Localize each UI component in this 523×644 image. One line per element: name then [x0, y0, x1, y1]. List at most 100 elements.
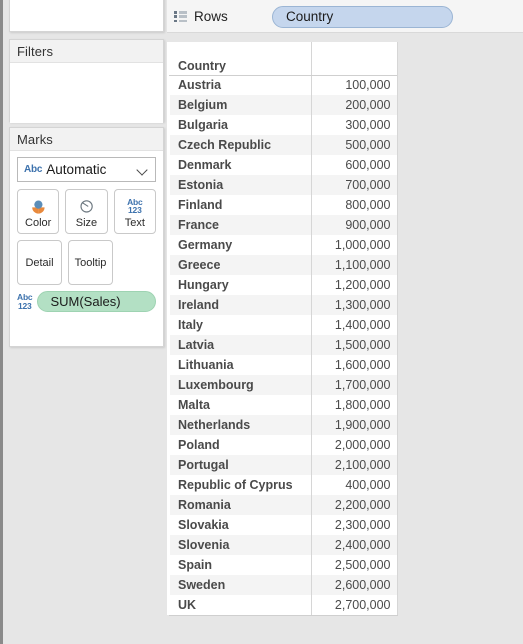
cell-country: Portugal — [169, 455, 312, 475]
cell-country: Belgium — [169, 95, 312, 115]
table-row[interactable]: Romania 2,200,000 — [169, 495, 398, 515]
cell-country: Poland — [178, 438, 220, 452]
table-row[interactable]: Sweden 2,600,000 — [169, 575, 398, 595]
table-row[interactable]: Luxembourg 1,700,000 — [169, 375, 398, 395]
color-palette-icon — [29, 197, 48, 216]
cell-sales: 1,500,000 — [311, 335, 398, 355]
cell-country: Estonia — [169, 175, 312, 195]
table-row[interactable]: Slovakia 2,300,000 — [170, 515, 398, 535]
table-row[interactable]: Austria 100,000 — [170, 75, 398, 95]
cell-country: Slovakia — [178, 518, 229, 532]
cell-sales: 2,300,000 — [311, 515, 398, 535]
marks-buttons-row-1: Color Size Abc 123 Text — [17, 189, 156, 234]
cell-country: Slovenia — [169, 535, 312, 555]
cell-sales: 2,500,000 — [311, 555, 398, 575]
tableau-worksheet: Filters Marks Abc Automatic Color Size A… — [0, 0, 523, 644]
cell-country: Greece — [169, 255, 312, 275]
marks-buttons-row-2: Detail Tooltip — [17, 240, 156, 285]
cell-sales: 800,000 — [311, 195, 398, 215]
table-row[interactable]: Estonia 700,000 — [169, 175, 398, 195]
mark-type-dropdown[interactable]: Abc Automatic — [17, 157, 156, 182]
table-row[interactable]: Bulgaria 300,000 — [170, 115, 398, 135]
marks-card-title: Marks — [10, 128, 163, 151]
table-row[interactable]: Portugal 2,100,000 — [169, 455, 398, 475]
rows-shelf-inner: Rows Country — [167, 0, 523, 33]
cell-sales: 1,300,000 — [311, 295, 398, 315]
left-shelf-panel: Filters Marks Abc Automatic Color Size A… — [0, 0, 167, 644]
table-row[interactable]: Germany 1,000,000 — [170, 235, 398, 255]
table-row[interactable]: Malta 1,800,000 — [170, 395, 398, 415]
cell-sales: 1,000,000 — [311, 235, 398, 255]
cell-sales: 1,400,000 — [311, 315, 398, 335]
marks-pill-row: Abc 123 SUM(Sales) — [17, 291, 156, 312]
table-row[interactable]: Slovenia 2,400,000 — [169, 535, 398, 555]
table-row[interactable]: Greece 1,100,000 — [169, 255, 398, 275]
crosstab-table-wrapper: Country Austria 100,000 Belgium 200,000 Bulg… — [169, 42, 398, 616]
table-row[interactable]: Lithuania 1,600,000 — [170, 355, 398, 375]
mark-type-value: Automatic — [46, 161, 107, 177]
table-row[interactable]: Hungary 1,200,000 — [170, 275, 398, 295]
table-row[interactable]: Italy 1,400,000 — [170, 315, 398, 335]
filters-shelf-dropzone[interactable] — [10, 63, 163, 123]
cell-country: Latvia — [169, 335, 312, 355]
cell-sales: 2,200,000 — [311, 495, 398, 515]
marks-card-body: Abc Automatic Color Size Abc 123 Text De… — [10, 151, 163, 312]
cell-country: Sweden — [169, 575, 312, 595]
cell-country: UK — [169, 595, 312, 616]
size-button[interactable]: Size — [65, 189, 108, 234]
marks-pill-sum-sales[interactable]: SUM(Sales) — [37, 291, 156, 312]
cell-sales: 200,000 — [311, 95, 398, 115]
tooltip-button[interactable]: Tooltip — [68, 240, 113, 285]
cell-country: Spain — [178, 558, 213, 572]
table-row[interactable]: Finland 800,000 — [170, 195, 398, 215]
cell-country: Czech Republic — [169, 135, 312, 155]
cell-country: Bulgaria — [178, 118, 229, 132]
size-circle-icon — [77, 197, 96, 216]
abc123-icon-line2: 123 — [128, 205, 142, 215]
table-row[interactable]: Latvia 1,500,000 — [169, 335, 398, 355]
table-row[interactable]: Czech Republic 500,000 — [169, 135, 398, 155]
abc123-icon: Abc 123 — [127, 197, 143, 216]
chevron-down-icon[interactable] — [137, 164, 149, 176]
cell-sales: 1,700,000 — [311, 375, 398, 395]
cell-sales: 500,000 — [311, 135, 398, 155]
table-header-row: Country — [169, 42, 398, 76]
rows-pill-country[interactable]: Country — [272, 5, 453, 28]
cell-sales: 2,000,000 — [311, 435, 398, 455]
cell-sales: 600,000 — [311, 155, 398, 175]
color-button[interactable]: Color — [17, 189, 60, 234]
filters-shelf-title: Filters — [10, 40, 163, 63]
cell-country: Austria — [178, 78, 222, 93]
cell-sales: 300,000 — [311, 115, 398, 135]
cell-country: France — [169, 215, 312, 235]
table-row[interactable]: Poland 2,000,000 — [170, 435, 398, 455]
pages-shelf-card[interactable] — [9, 0, 164, 32]
cell-country: Italy — [178, 318, 204, 332]
table-row[interactable]: Republic of Cyprus 400,000 — [170, 475, 398, 495]
cell-country: Ireland — [169, 295, 312, 315]
cell-country: Netherlands — [169, 415, 312, 435]
cell-country: Hungary — [178, 278, 229, 292]
marks-card: Marks Abc Automatic Color Size Abc 123 T… — [9, 127, 164, 347]
cell-country: Luxembourg — [169, 375, 312, 395]
cell-sales: 1,600,000 — [311, 355, 398, 375]
cell-country: Lithuania — [178, 358, 234, 372]
table-row[interactable]: UK 2,700,000 — [169, 595, 398, 616]
table-row[interactable]: Belgium 200,000 — [169, 95, 398, 115]
cell-sales: 400,000 — [311, 475, 398, 495]
table-row[interactable]: Spain 2,500,000 — [170, 555, 398, 575]
abc123-icon-line2: 123 — [17, 300, 32, 311]
text-button[interactable]: Abc 123 Text — [113, 189, 156, 234]
abc123-icon: Abc 123 — [17, 293, 33, 311]
cell-country: Denmark — [178, 158, 232, 172]
tooltip-button-label: Tooltip — [74, 256, 107, 269]
rows-shelf[interactable]: Rows Country — [167, 0, 523, 33]
abc-icon: Abc — [24, 164, 43, 175]
cell-sales: 100,000 — [311, 75, 398, 95]
detail-button[interactable]: Detail — [17, 240, 62, 285]
table-row[interactable]: France 900,000 — [169, 215, 398, 235]
filters-shelf-card[interactable]: Filters — [9, 39, 164, 123]
table-row[interactable]: Denmark 600,000 — [170, 155, 398, 175]
table-row[interactable]: Netherlands 1,900,000 — [169, 415, 398, 435]
table-row[interactable]: Ireland 1,300,000 — [169, 295, 398, 315]
